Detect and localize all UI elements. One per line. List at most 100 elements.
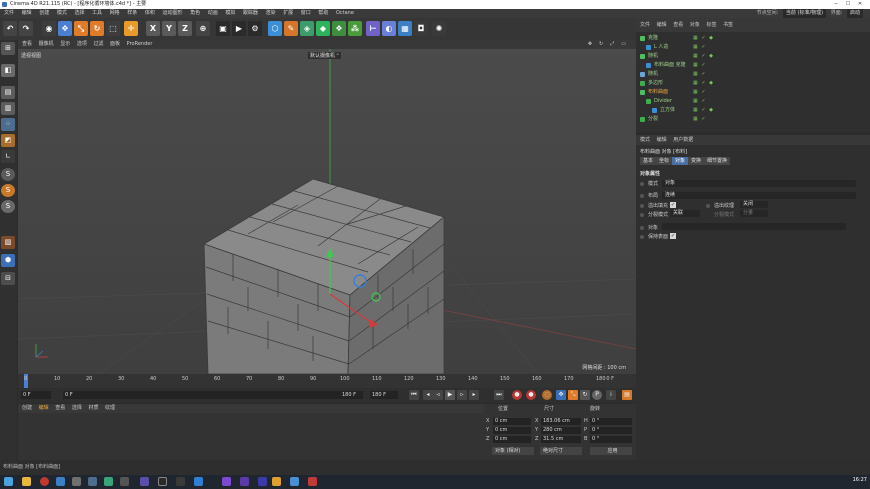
- size-x-input[interactable]: 183.06 cm: [541, 418, 581, 425]
- app-icon[interactable]: [194, 477, 203, 486]
- app-icon[interactable]: [258, 477, 267, 486]
- pla-key-icon[interactable]: ⁞: [606, 390, 616, 400]
- snap-icon[interactable]: S: [1, 168, 15, 181]
- object-name[interactable]: 分裂: [648, 115, 658, 124]
- array-icon[interactable]: ❖: [332, 21, 346, 36]
- scale-tool-icon[interactable]: ⤡: [74, 21, 88, 36]
- object-row[interactable]: 随机 ▦ ✓: [636, 70, 860, 79]
- object-row[interactable]: 随机 ▦ ✓ ◆: [636, 52, 860, 61]
- viewport-menu-view[interactable]: 查看: [22, 41, 32, 47]
- polygons-mode-icon[interactable]: ∟: [1, 150, 15, 163]
- field-icon[interactable]: ◐: [382, 21, 396, 36]
- param-key-icon[interactable]: P: [592, 390, 602, 400]
- object-name[interactable]: 布料曲面: [648, 88, 668, 97]
- app-icon[interactable]: [56, 477, 65, 486]
- menu-window[interactable]: 窗口: [301, 10, 311, 16]
- cube-primitive-icon[interactable]: ⬡: [268, 21, 282, 36]
- tab-object[interactable]: 对象: [672, 157, 689, 165]
- play-icon[interactable]: ▶: [445, 390, 455, 400]
- pos-x-input[interactable]: 0 cm: [493, 418, 531, 425]
- fill-holes-checkbox[interactable]: ✓: [670, 202, 676, 208]
- object-menu-objects[interactable]: 对象: [690, 22, 700, 28]
- prev-key-icon[interactable]: ◂: [423, 390, 433, 400]
- viewport-menu-prorender[interactable]: ProRender: [127, 41, 153, 47]
- subdivision-icon[interactable]: ◈: [300, 21, 314, 36]
- next-key-icon[interactable]: ▸: [469, 390, 479, 400]
- object-link-field[interactable]: [662, 223, 846, 230]
- x-axis-lock-icon[interactable]: X: [146, 21, 160, 36]
- preview-end-field[interactable]: 180 F: [340, 391, 363, 399]
- world-coordinates-icon[interactable]: ⊕: [196, 21, 210, 36]
- browser-icon[interactable]: [40, 477, 49, 486]
- object-name[interactable]: 多边形: [648, 79, 663, 88]
- move-tool-icon[interactable]: ✥: [58, 21, 72, 36]
- apply-button[interactable]: 应用: [590, 447, 632, 455]
- app-icon[interactable]: [240, 477, 249, 486]
- maximize-view-icon[interactable]: ▭: [621, 41, 628, 47]
- axis-mode-icon[interactable]: ⬢: [1, 254, 15, 267]
- viewport-menu-panel[interactable]: 面板: [110, 41, 120, 47]
- object-menu-view[interactable]: 查看: [673, 22, 683, 28]
- object-visibility-flags[interactable]: ▦ ✓ ◆: [693, 34, 714, 43]
- tab-basic[interactable]: 基本: [640, 157, 657, 165]
- object-row[interactable]: 分裂 ▦ ✓: [636, 115, 860, 124]
- render-settings-icon[interactable]: ⚙: [248, 21, 262, 36]
- app-icon[interactable]: [176, 477, 185, 486]
- preview-range-slider[interactable]: 0 F: [63, 391, 363, 399]
- object-row[interactable]: Divider ▦ ✓: [636, 97, 860, 106]
- texture-mode-icon[interactable]: ▤: [1, 86, 15, 99]
- recent-tools-icon[interactable]: ⬚: [106, 21, 120, 36]
- material-menu-edit[interactable]: 编辑: [39, 405, 49, 411]
- split-mode-select[interactable]: 关联: [670, 210, 700, 217]
- animate-dot[interactable]: [640, 204, 644, 208]
- material-menu-select[interactable]: 选择: [72, 405, 82, 411]
- material-menu-view[interactable]: 查看: [55, 405, 65, 411]
- keyframe-selection-icon[interactable]: ◌: [542, 390, 552, 400]
- z-axis-lock-icon[interactable]: Z: [178, 21, 192, 36]
- timeline-ruler[interactable]: 0 10 20 30 40 50 60 70 80 90 100 110 120…: [18, 374, 636, 388]
- menu-edit[interactable]: 编辑: [22, 10, 32, 16]
- tab-displacement[interactable]: 细节置换: [704, 157, 731, 165]
- layout-select[interactable]: 连续: [662, 192, 856, 199]
- menu-mesh[interactable]: 网格: [110, 10, 120, 16]
- object-name[interactable]: 随机: [648, 70, 658, 79]
- orbit-icon[interactable]: ↻: [599, 41, 605, 47]
- record-icon[interactable]: ●: [512, 390, 522, 400]
- app-icon[interactable]: [104, 477, 113, 486]
- lock-workplane-icon[interactable]: ▨: [1, 236, 15, 249]
- app-icon[interactable]: [272, 477, 281, 486]
- render-view-icon[interactable]: ▣: [216, 21, 230, 36]
- animate-dot[interactable]: [706, 204, 710, 208]
- perspective-viewport[interactable]: 透视视图 默认摄像机 ᵒ 网格间距 : 100 cm: [18, 49, 636, 374]
- cinema4d-taskbar-icon[interactable]: [158, 477, 167, 486]
- edges-mode-icon[interactable]: ◩: [1, 134, 15, 147]
- object-row[interactable]: 立方体 ▦ ✓ ◆: [636, 106, 860, 115]
- animate-dot[interactable]: [640, 194, 644, 198]
- fill-mode-select[interactable]: 关闭: [740, 201, 768, 208]
- redo-icon[interactable]: ↷: [19, 21, 33, 36]
- goto-end-icon[interactable]: ⏭: [494, 390, 504, 400]
- start-icon[interactable]: [4, 477, 13, 486]
- attr-menu-mode[interactable]: 模式: [640, 137, 650, 143]
- camera-label[interactable]: 默认摄像机 ᵒ: [308, 52, 341, 59]
- menu-help[interactable]: 帮助: [318, 10, 328, 16]
- app-icon[interactable]: [140, 477, 149, 486]
- object-visibility-flags[interactable]: ▦ ✓: [693, 43, 707, 52]
- rotate-tool-icon[interactable]: ↻: [90, 21, 104, 36]
- light-icon[interactable]: ✺: [432, 21, 446, 36]
- rot-b-input[interactable]: 0 °: [590, 436, 632, 443]
- menu-volume[interactable]: 体积: [145, 10, 155, 16]
- object-row-selected[interactable]: 布料曲面 ▦ ✓: [636, 88, 860, 97]
- object-row[interactable]: 布料曲面 克隆 ▦ ✓: [636, 61, 860, 70]
- app-icon[interactable]: [120, 477, 129, 486]
- viewport-menu-filter[interactable]: 过滤: [93, 41, 103, 47]
- app-icon[interactable]: [222, 477, 231, 486]
- coordinate-system-icon[interactable]: ✛: [124, 21, 138, 36]
- rotation-key-icon[interactable]: ↻: [580, 390, 590, 400]
- animate-dot[interactable]: [640, 182, 644, 186]
- object-name[interactable]: 随机: [648, 52, 658, 61]
- menu-simulate[interactable]: 模拟: [225, 10, 235, 16]
- autokey-icon[interactable]: ●: [526, 390, 536, 400]
- undo-icon[interactable]: ↶: [3, 21, 17, 36]
- menu-spline[interactable]: 样条: [127, 10, 137, 16]
